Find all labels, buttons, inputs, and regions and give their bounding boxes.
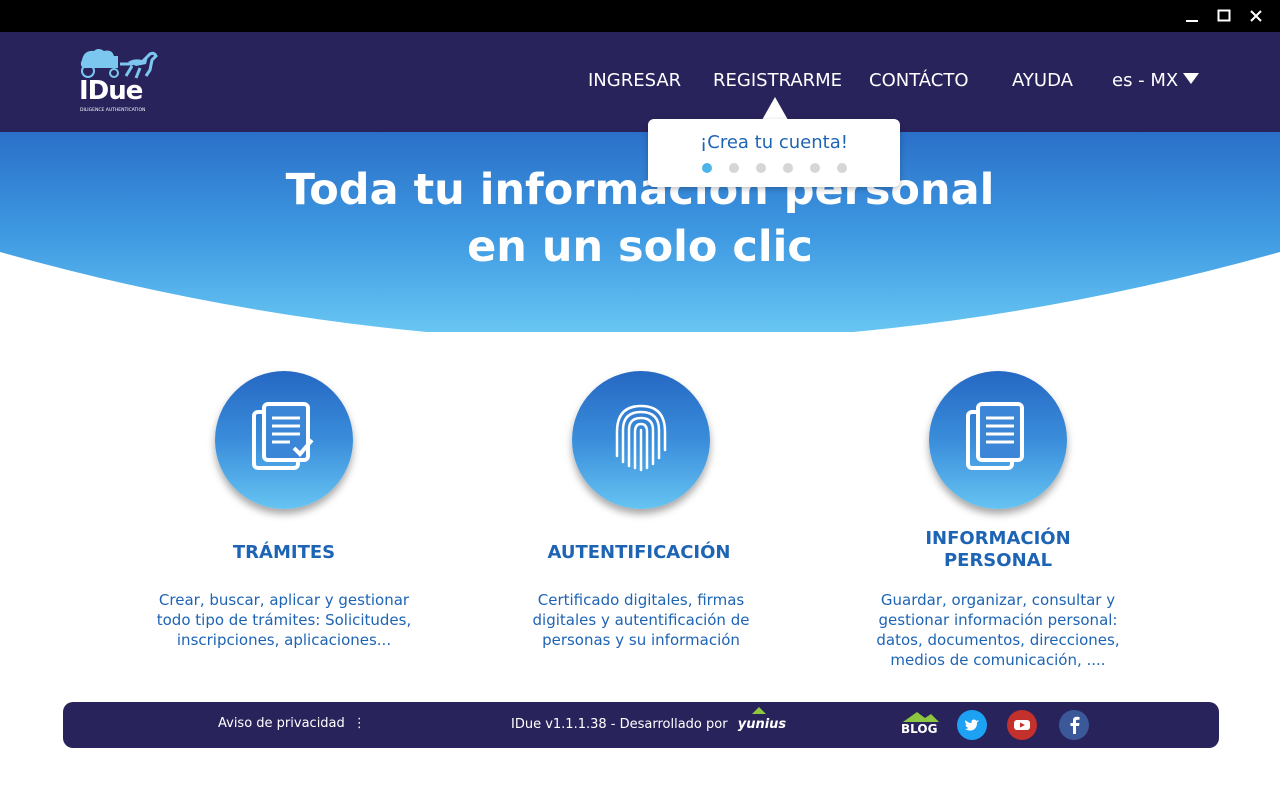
feature-desc-line: personas y su información: [542, 631, 740, 649]
youtube-button[interactable]: [1007, 710, 1037, 740]
blog-link[interactable]: BLOG: [899, 708, 941, 742]
minimize-icon[interactable]: [1176, 0, 1208, 32]
feature-title-line: INFORMACIÓN: [925, 528, 1071, 549]
yunius-logo[interactable]: yunius: [737, 707, 787, 732]
create-account-tooltip[interactable]: ¡Crea tu cuenta!: [648, 119, 900, 187]
brand-tagline: DILIGENCE AUTHENTICATION: [80, 108, 146, 113]
tooltip-arrow: [762, 97, 788, 120]
hero-title: Toda tu información personal en un solo …: [0, 162, 1280, 276]
nav-ayuda[interactable]: AYUDA: [1012, 70, 1073, 91]
informacion-icon-circle[interactable]: [929, 371, 1067, 509]
version-label: IDue v1.1.1.38 - Desarrollado por: [511, 717, 728, 732]
language-label: es - MX: [1112, 70, 1179, 91]
language-selector[interactable]: es - MX: [1112, 70, 1200, 91]
twitter-button[interactable]: [957, 710, 987, 740]
chevron-down-icon: [1183, 73, 1200, 84]
documents-check-icon: [252, 402, 314, 470]
feature-desc-line: datos, documentos, direcciones,: [876, 631, 1120, 649]
hero-title-line2: en un solo clic: [467, 222, 813, 272]
fingerprint-icon: [615, 404, 667, 472]
nav-registrarme[interactable]: REGISTRARME: [713, 70, 842, 91]
youtube-icon: [1014, 720, 1030, 730]
brand-name: IDue: [79, 76, 143, 106]
tooltip-text: ¡Crea tu cuenta!: [700, 132, 848, 153]
feature-desc-tramites: Crear, buscar, aplicar y gestionar todo …: [134, 590, 434, 650]
privacy-link[interactable]: Aviso de privacidad ⋮: [218, 716, 366, 731]
carousel-dot[interactable]: [756, 163, 766, 173]
more-vertical-icon: ⋮: [352, 716, 366, 731]
carousel-dot[interactable]: [810, 163, 820, 173]
brand-logo[interactable]: IDue DILIGENCE AUTHENTICATION: [76, 46, 160, 118]
maximize-icon[interactable]: [1208, 0, 1240, 32]
privacy-label: Aviso de privacidad: [218, 716, 345, 731]
feature-desc-line: Guardar, organizar, consultar y: [880, 591, 1116, 609]
feature-title-autentificacion: AUTENTIFICACIÓN: [547, 542, 731, 563]
feature-title-informacion: INFORMACIÓN PERSONAL: [878, 528, 1118, 572]
carousel-dot[interactable]: [702, 163, 712, 173]
carousel-dot[interactable]: [783, 163, 793, 173]
hero-title-line1: Toda tu información personal: [285, 165, 995, 215]
feature-desc-autentificacion: Certificado digitales, firmas digitales …: [491, 590, 791, 650]
close-icon[interactable]: [1240, 0, 1272, 32]
feature-title-tramites: TRÁMITES: [232, 542, 336, 563]
feature-desc-line: Crear, buscar, aplicar y gestionar: [158, 591, 410, 609]
window-titlebar: [0, 0, 1280, 32]
carousel-dots: [702, 163, 847, 173]
carousel-dot[interactable]: [837, 163, 847, 173]
feature-title-line: PERSONAL: [943, 550, 1053, 571]
nav-contacto[interactable]: CONTÁCTO: [869, 70, 969, 91]
tramites-icon-circle[interactable]: [215, 371, 353, 509]
blog-label: BLOG: [901, 722, 938, 736]
feature-desc-line: medios de comunicación, ....: [890, 651, 1106, 669]
version-text: IDue v1.1.1.38 - Desarrollado por yunius: [511, 707, 787, 732]
feature-desc-line: digitales y autentificación de: [532, 611, 750, 629]
twitter-icon: [965, 719, 979, 731]
feature-desc-line: gestionar información personal:: [878, 611, 1118, 629]
facebook-icon: [1070, 716, 1080, 734]
autentificacion-icon-circle[interactable]: [572, 371, 710, 509]
developer-name: yunius: [737, 717, 787, 732]
documents-icon: [966, 402, 1024, 470]
carousel-dot[interactable]: [729, 163, 739, 173]
feature-desc-line: inscripciones, aplicaciones...: [176, 631, 392, 649]
facebook-button[interactable]: [1059, 710, 1089, 740]
feature-desc-informacion: Guardar, organizar, consultar y gestiona…: [848, 590, 1148, 670]
nav-ingresar[interactable]: INGRESAR: [588, 70, 681, 91]
feature-desc-line: todo tipo de trámites: Solicitudes,: [156, 611, 412, 629]
header-navbar: IDue DILIGENCE AUTHENTICATION INGRESAR R…: [0, 32, 1280, 132]
carriage-horse-logo: [80, 49, 158, 79]
yunius-mark-icon: [751, 707, 766, 714]
feature-desc-line: Certificado digitales, firmas: [537, 591, 745, 609]
footer-bar: Aviso de privacidad ⋮ IDue v1.1.1.38 - D…: [63, 702, 1219, 748]
